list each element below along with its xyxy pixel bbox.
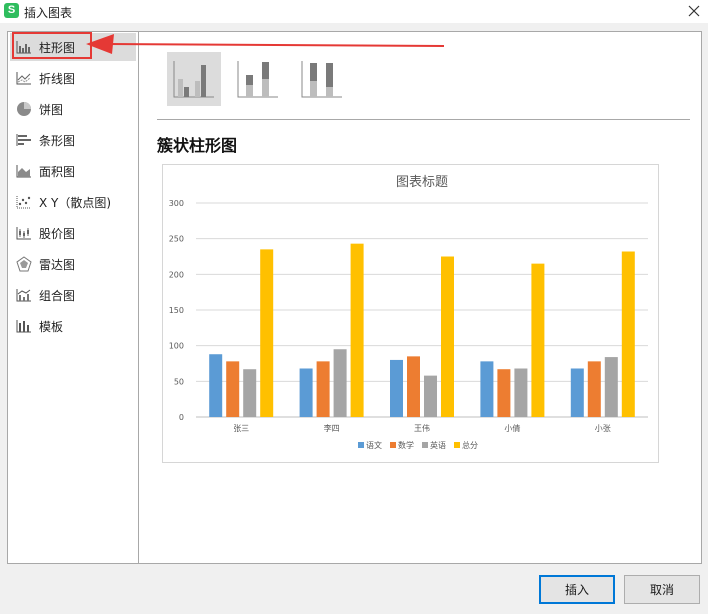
window-title: 插入图表 <box>24 6 73 20</box>
area-chart-icon <box>15 163 33 179</box>
app-logo-icon: S <box>4 3 19 18</box>
legend-swatch <box>358 442 364 448</box>
bar <box>260 249 274 417</box>
combo-chart-icon <box>15 287 33 303</box>
x-tick-label: 小张 <box>595 424 611 433</box>
y-tick-label: 50 <box>174 377 184 386</box>
annotation-arrow <box>86 34 445 54</box>
legend-swatch <box>454 442 460 448</box>
bar <box>570 368 584 417</box>
bar <box>480 361 494 417</box>
subtype-title: 簇状柱形图 <box>157 136 238 155</box>
sidebar-item-label: 饼图 <box>39 102 64 117</box>
sidebar-item-template[interactable]: 模板 <box>10 312 136 340</box>
dialog-content: 柱形图 折线图 饼图 条形图 面积图 X Y（散点图) 股价图 雷达图 组合图 … <box>7 31 702 564</box>
subtype-clustered-column[interactable] <box>167 52 221 106</box>
subtype-percent-stacked-column[interactable] <box>295 52 349 106</box>
cancel-button[interactable]: 取消 <box>624 575 700 604</box>
legend-label: 数学 <box>398 440 414 450</box>
clustered-column-icon <box>173 61 214 98</box>
bar <box>209 354 223 417</box>
legend-swatch <box>422 442 428 448</box>
y-tick-label: 200 <box>169 270 184 279</box>
template-icon <box>15 318 33 334</box>
sidebar-item-label: X Y（散点图) <box>39 195 112 210</box>
close-button[interactable] <box>680 0 708 23</box>
insert-button[interactable]: 插入 <box>539 575 615 604</box>
sidebar-item-area[interactable]: 面积图 <box>10 157 136 185</box>
bar <box>299 368 313 417</box>
bar <box>350 243 364 417</box>
y-tick-label: 300 <box>169 199 184 208</box>
sidebar-item-label: 雷达图 <box>39 257 76 272</box>
sidebar-item-label: 股价图 <box>39 226 76 241</box>
bar <box>333 349 347 417</box>
sidebar-item-label: 模板 <box>39 319 64 334</box>
bar <box>514 368 528 417</box>
legend-swatch <box>390 442 396 448</box>
sidebar-item-radar[interactable]: 雷达图 <box>10 250 136 278</box>
bar <box>226 361 240 417</box>
sidebar-item-pie[interactable]: 饼图 <box>10 95 136 123</box>
sidebar-item-scatter[interactable]: X Y（散点图) <box>10 188 136 216</box>
sidebar-item-label: 折线图 <box>39 71 76 86</box>
legend-label: 英语 <box>430 440 446 450</box>
bar <box>587 361 601 417</box>
line-chart-icon <box>15 70 33 86</box>
sidebar-item-combo[interactable]: 组合图 <box>10 281 136 309</box>
section-divider <box>157 119 690 120</box>
bar <box>407 356 420 417</box>
subtype-stacked-column[interactable] <box>231 52 285 106</box>
y-tick-label: 250 <box>169 235 184 244</box>
sidebar-item-line[interactable]: 折线图 <box>10 64 136 92</box>
radar-chart-icon <box>15 256 33 272</box>
sidebar-item-label: 条形图 <box>39 133 76 148</box>
bar-chart-icon <box>15 132 33 148</box>
x-tick-label: 张三 <box>233 424 249 433</box>
legend-label: 总分 <box>462 440 478 450</box>
sidebar-item-label: 面积图 <box>39 164 76 179</box>
sidebar-item-stock[interactable]: 股价图 <box>10 219 136 247</box>
bar <box>531 263 545 417</box>
sidebar-item-label: 组合图 <box>39 288 76 303</box>
scatter-chart-icon <box>15 194 33 210</box>
x-tick-label: 李四 <box>324 423 340 433</box>
pie-chart-icon <box>15 101 33 117</box>
title-bar: S 插入图表 <box>0 0 708 23</box>
bar <box>604 357 618 417</box>
y-tick-label: 100 <box>169 342 184 351</box>
y-tick-label: 0 <box>179 413 184 422</box>
close-icon <box>688 5 700 17</box>
stock-chart-icon <box>15 225 33 241</box>
x-tick-label: 王伟 <box>414 423 430 433</box>
column-chart-icon <box>15 39 33 55</box>
sidebar-item-label: 柱形图 <box>39 40 76 55</box>
percent-stacked-column-icon <box>301 61 342 98</box>
chart-svg: 图表标题 0 50 100 150 200 250 300 张三 李四 王伟 小倩 小张语文 数学 英语 总分 <box>169 175 648 450</box>
bar <box>621 251 635 417</box>
sidebar-item-bar[interactable]: 条形图 <box>10 126 136 154</box>
bar <box>243 369 257 417</box>
chart-type-sidebar: 柱形图 折线图 饼图 条形图 面积图 X Y（散点图) 股价图 雷达图 组合图 … <box>8 32 139 563</box>
chart-preview: 图表标题 0 50 100 150 200 250 300 张三 李四 王伟 小倩 小张语文 数学 英语 总分 <box>162 164 659 463</box>
stacked-column-icon <box>237 61 278 98</box>
y-tick-label: 150 <box>169 306 184 315</box>
bar <box>390 359 403 417</box>
bar <box>424 375 437 417</box>
bar <box>497 369 511 417</box>
legend-label: 语文 <box>366 440 382 450</box>
bar <box>441 256 454 417</box>
bar <box>316 361 330 417</box>
chart-title: 图表标题 <box>396 175 448 190</box>
x-tick-label: 小倩 <box>504 423 520 433</box>
